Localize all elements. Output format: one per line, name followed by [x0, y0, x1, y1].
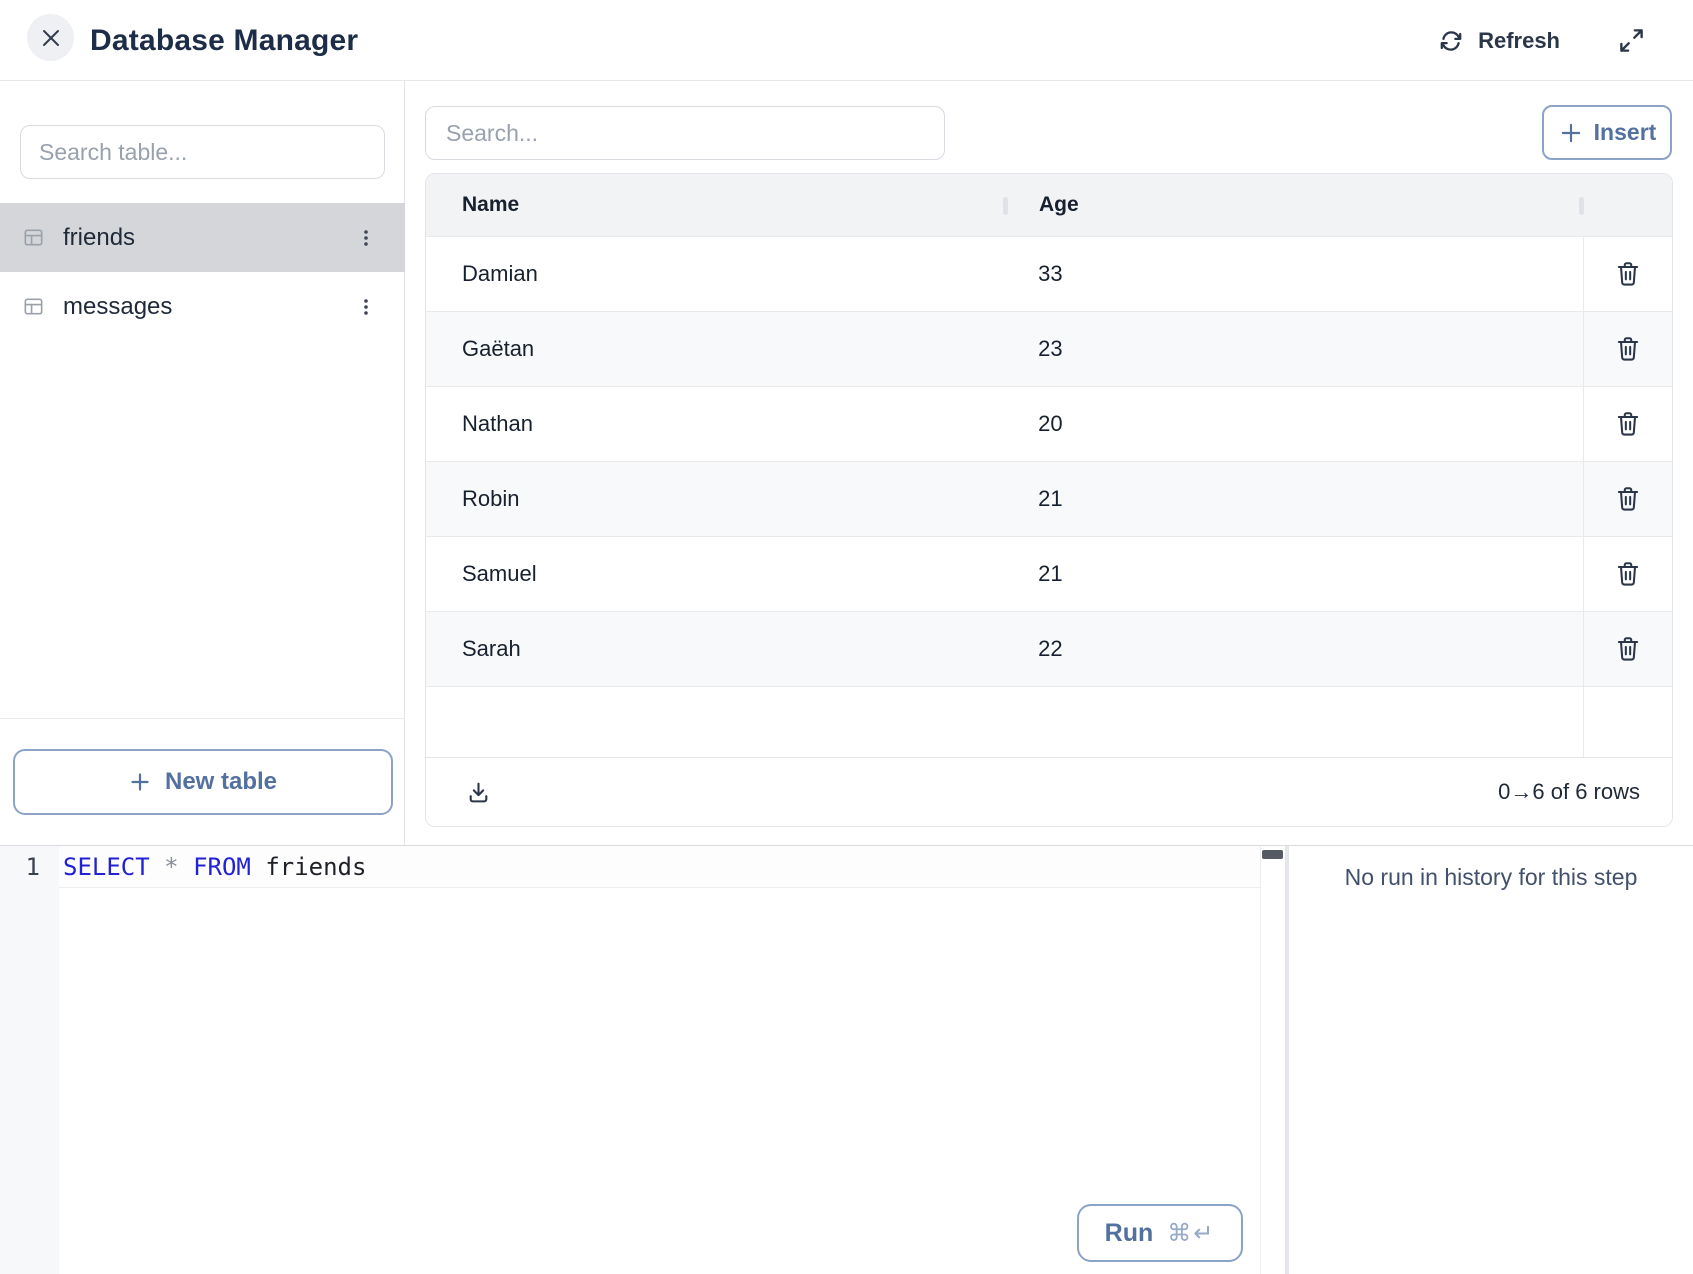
new-table-label: New table: [165, 768, 277, 796]
cell-age[interactable]: 22: [1008, 612, 1583, 686]
table-row[interactable]: Sarah 22: [426, 611, 1672, 686]
table-name-label: friends: [63, 224, 349, 252]
delete-row-button[interactable]: [1606, 402, 1650, 446]
kebab-icon: [355, 296, 377, 318]
table-body: Damian 33 Gaëtan 23 Nathan 20 Robin 21: [426, 236, 1672, 686]
plus-icon: [128, 770, 152, 794]
delete-row-button[interactable]: [1606, 252, 1650, 296]
cell-name[interactable]: Robin: [426, 462, 1008, 536]
sql-editor-section: 1 SELECT * FROM friends Run ⌘↵ No run in…: [0, 845, 1693, 1273]
sql-keyword: FROM: [193, 853, 251, 881]
table-row[interactable]: Damian 33: [426, 236, 1672, 311]
column-resize-handle[interactable]: [1003, 197, 1008, 215]
cell-name[interactable]: Sarah: [426, 612, 1008, 686]
table-empty-area: [426, 686, 1672, 757]
trash-icon: [1615, 485, 1641, 513]
download-icon: [466, 780, 491, 805]
table-icon: [22, 226, 45, 249]
new-table-button[interactable]: New table: [13, 749, 393, 815]
run-history-panel: No run in history for this step: [1289, 846, 1693, 1274]
cell-name[interactable]: Samuel: [426, 537, 1008, 611]
cell-age[interactable]: 21: [1008, 462, 1583, 536]
close-button[interactable]: [27, 14, 74, 61]
insert-button[interactable]: Insert: [1542, 105, 1672, 160]
editor-right-border: [1260, 846, 1261, 1274]
trash-icon: [1615, 260, 1641, 288]
table-row[interactable]: Nathan 20: [426, 386, 1672, 461]
insert-label: Insert: [1594, 119, 1657, 146]
delete-row-button[interactable]: [1606, 552, 1650, 596]
refresh-label: Refresh: [1478, 28, 1560, 54]
sidebar-footer: New table: [0, 718, 405, 845]
column-resize-handle[interactable]: [1579, 197, 1584, 215]
cell-name[interactable]: Nathan: [426, 387, 1008, 461]
run-button[interactable]: Run ⌘↵: [1077, 1204, 1243, 1262]
table-search-input[interactable]: [20, 125, 385, 179]
sql-keyword: SELECT: [63, 853, 150, 881]
sidebar: friends messages New: [0, 81, 405, 845]
close-icon: [40, 27, 62, 49]
plus-icon: [1558, 120, 1584, 146]
search-input[interactable]: [425, 106, 945, 160]
table-list: friends messages: [0, 203, 405, 341]
results-table: Name Age Damian 33 Gaëtan 23 Nathan 20: [425, 173, 1673, 827]
table-row[interactable]: Gaëtan 23: [426, 311, 1672, 386]
column-header-name[interactable]: Name: [426, 174, 1009, 236]
top-bar: Database Manager Refresh: [0, 0, 1693, 81]
page-title: Database Manager: [90, 0, 358, 81]
editor-gutter: 1: [0, 846, 59, 1274]
sql-code-input[interactable]: SELECT * FROM friends: [63, 846, 366, 888]
run-label: Run: [1105, 1219, 1154, 1248]
cell-age[interactable]: 21: [1008, 537, 1583, 611]
expand-icon: [1618, 27, 1645, 54]
cell-age[interactable]: 33: [1008, 237, 1583, 311]
main-panel: Insert Name Age Damian 33 Gaëtan 23 N: [406, 81, 1693, 845]
trash-icon: [1615, 560, 1641, 588]
rows-count-label: 0→6 of 6 rows: [1498, 779, 1640, 805]
run-shortcut-hint: ⌘↵: [1167, 1219, 1215, 1248]
refresh-button[interactable]: Refresh: [1438, 28, 1560, 54]
table-name-label: messages: [63, 293, 349, 321]
kebab-icon: [355, 227, 377, 249]
table-icon: [22, 295, 45, 318]
trash-icon: [1615, 410, 1641, 438]
history-empty-message: No run in history for this step: [1289, 864, 1693, 891]
table-header-row: Name Age: [426, 174, 1672, 236]
delete-row-button[interactable]: [1606, 327, 1650, 371]
cell-age[interactable]: 23: [1008, 312, 1583, 386]
refresh-icon: [1438, 28, 1464, 54]
table-footer: 0→6 of 6 rows: [426, 757, 1672, 826]
cell-name[interactable]: Gaëtan: [426, 312, 1008, 386]
table-menu-button[interactable]: [349, 290, 383, 324]
table-row[interactable]: Robin 21: [426, 461, 1672, 536]
table-row[interactable]: Samuel 21: [426, 536, 1672, 611]
cell-age[interactable]: 20: [1008, 387, 1583, 461]
delete-row-button[interactable]: [1606, 477, 1650, 521]
download-button[interactable]: [458, 772, 498, 812]
delete-row-button[interactable]: [1606, 627, 1650, 671]
trash-icon: [1615, 635, 1641, 663]
fullscreen-button[interactable]: [1618, 27, 1645, 54]
column-header-age[interactable]: Age: [1009, 174, 1585, 236]
trash-icon: [1615, 335, 1641, 363]
sql-identifier: friends: [265, 853, 366, 881]
table-menu-button[interactable]: [349, 221, 383, 255]
sidebar-item-messages[interactable]: messages: [0, 272, 405, 341]
line-number: 1: [0, 846, 59, 888]
cell-name[interactable]: Damian: [426, 237, 1008, 311]
sidebar-item-friends[interactable]: friends: [0, 203, 405, 272]
sql-operator: *: [164, 853, 178, 881]
editor-scrollbar-thumb[interactable]: [1262, 850, 1283, 859]
